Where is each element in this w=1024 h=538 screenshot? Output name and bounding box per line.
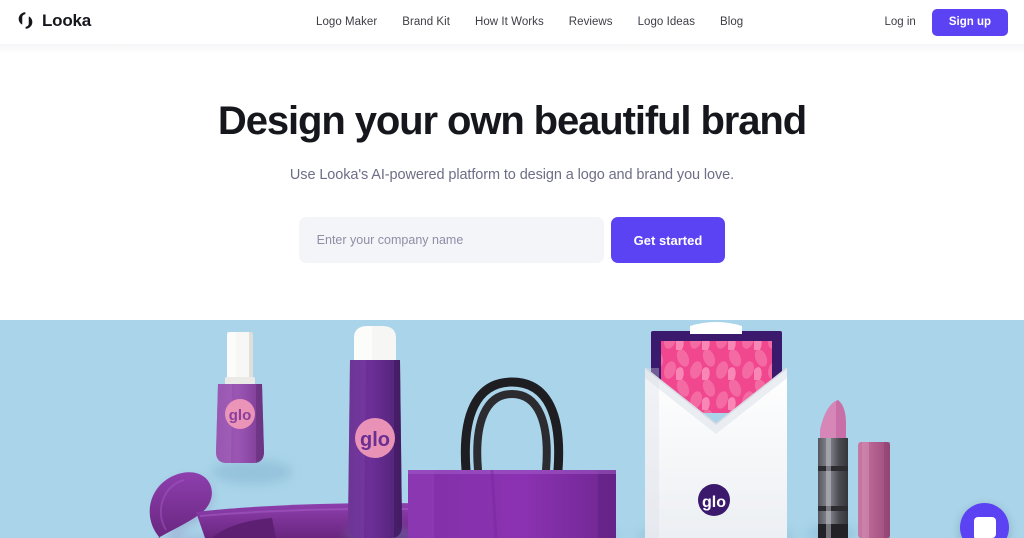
main-nav: Logo Maker Brand Kit How It Works Review… — [316, 0, 743, 44]
svg-text:glo: glo — [229, 407, 252, 424]
chat-bubble-icon — [973, 517, 996, 538]
page-root: Looka Logo Maker Brand Kit How It Works … — [0, 0, 1024, 538]
nav-item-logo-ideas[interactable]: Logo Ideas — [638, 0, 695, 44]
hero-section: Design your own beautiful brand Use Look… — [0, 54, 1024, 263]
nav-item-brand-kit[interactable]: Brand Kit — [402, 0, 450, 44]
login-link[interactable]: Log in — [884, 16, 915, 28]
nav-item-reviews[interactable]: Reviews — [569, 0, 613, 44]
page-title: Design your own beautiful brand — [217, 99, 807, 143]
looka-logo-icon — [18, 12, 33, 29]
header-divider — [0, 44, 1024, 54]
hero-product-image: glo glo glo — [0, 320, 1024, 538]
hero-subtitle: Use Looka's AI-powered platform to desig… — [289, 167, 735, 183]
brand-name: Looka — [42, 11, 92, 30]
company-name-form: Get started — [0, 217, 1024, 263]
company-name-input[interactable] — [298, 217, 604, 263]
get-started-button[interactable]: Get started — [610, 217, 726, 263]
header-actions: Log in Sign up — [884, 0, 1008, 44]
envelope-graphic: glo — [636, 322, 796, 538]
site-header: Looka Logo Maker Brand Kit How It Works … — [0, 0, 1024, 44]
brand-logo[interactable]: Looka — [16, 11, 91, 30]
signup-button[interactable]: Sign up — [931, 8, 1008, 36]
svg-text:glo: glo — [360, 429, 390, 451]
nav-item-blog[interactable]: Blog — [720, 0, 743, 44]
nav-item-logo-maker[interactable]: Logo Maker — [316, 0, 377, 44]
nav-item-how-it-works[interactable]: How It Works — [475, 0, 544, 44]
svg-text:glo: glo — [702, 494, 726, 511]
